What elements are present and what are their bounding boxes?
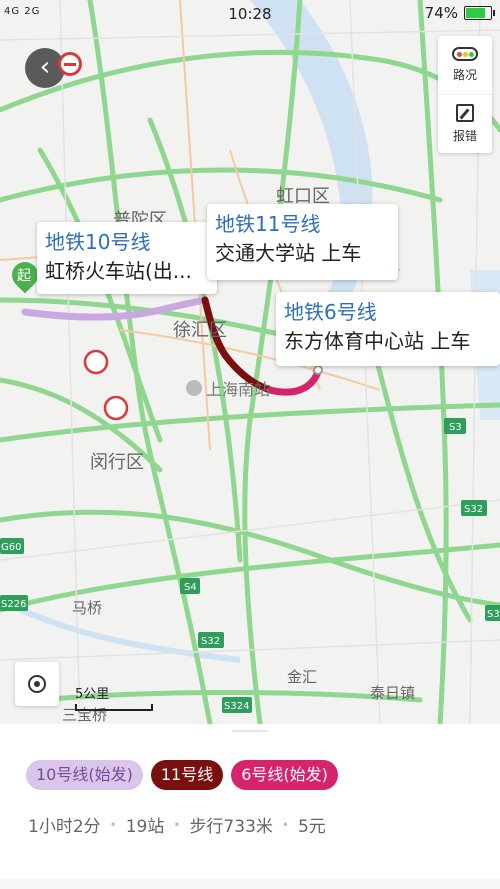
incident-icon[interactable] bbox=[103, 395, 129, 421]
map-view[interactable]: S3 S32 S4 G60 S226 S32 S324 S3 虹口区 普陀区 徐… bbox=[0, 0, 500, 724]
map-scale: 5公里 bbox=[75, 683, 153, 711]
svg-text:G60: G60 bbox=[1, 542, 21, 553]
no-entry-icon bbox=[58, 52, 82, 76]
svg-text:S226: S226 bbox=[1, 599, 26, 610]
separator-dot: • bbox=[109, 817, 117, 832]
callout-line-name: 地铁11号线 bbox=[215, 212, 321, 236]
scale-label: 5公里 bbox=[75, 687, 110, 702]
district-label: 徐汇区 bbox=[173, 320, 227, 341]
callout-station: 交通大学站 上车 bbox=[215, 241, 362, 265]
chevron-left-icon: ‹ bbox=[39, 52, 51, 82]
status-bar: 4G 2G 10:28 74% bbox=[0, 0, 500, 26]
svg-text:S4: S4 bbox=[184, 582, 197, 593]
route-chip-line6: 6号线(始发) bbox=[231, 760, 338, 790]
route-chip-line11: 11号线 bbox=[150, 760, 224, 790]
river-south bbox=[0, 597, 241, 663]
separator-dot: • bbox=[173, 817, 181, 832]
summary-fare: 5元 bbox=[297, 817, 326, 837]
callout-station: 虹桥火车站(出... bbox=[45, 259, 192, 283]
report-error-button[interactable]: 报错 bbox=[438, 94, 492, 153]
callout-line-name: 地铁10号线 bbox=[45, 230, 151, 254]
end-station-dot bbox=[313, 365, 323, 375]
district-label: 金汇 bbox=[287, 668, 318, 686]
edit-icon bbox=[456, 104, 474, 122]
route-summary: 1小时2分 • 19站 • 步行733米 • 5元 bbox=[28, 812, 326, 837]
callout-line10[interactable]: 地铁10号线 虹桥火车站(出... bbox=[37, 222, 217, 294]
traffic-light-icon bbox=[452, 47, 478, 61]
svg-text:S32: S32 bbox=[464, 504, 483, 515]
svg-text:S32: S32 bbox=[201, 636, 220, 647]
start-marker[interactable]: 起 bbox=[6, 256, 44, 296]
bottom-strip bbox=[0, 879, 500, 889]
report-label: 报错 bbox=[452, 129, 477, 143]
svg-text:S3: S3 bbox=[449, 422, 462, 433]
status-right: 74% bbox=[424, 4, 495, 22]
crosshair-icon bbox=[28, 675, 46, 693]
callout-line11[interactable]: 地铁11号线 交通大学站 上车 bbox=[207, 204, 398, 280]
district-label: 闵行区 bbox=[90, 452, 144, 473]
route-line6 bbox=[266, 368, 322, 396]
svg-text:S3: S3 bbox=[487, 609, 500, 620]
locate-button[interactable] bbox=[15, 662, 59, 706]
traffic-button[interactable]: 路况 bbox=[438, 36, 492, 94]
poi-shanghai-south-station[interactable]: 上海南站 bbox=[186, 376, 270, 400]
summary-stops: 19站 bbox=[125, 817, 165, 837]
district-label: 泰日镇 bbox=[370, 684, 416, 702]
scale-bar bbox=[75, 704, 153, 711]
train-station-icon bbox=[186, 380, 202, 396]
svg-text:S324: S324 bbox=[224, 701, 249, 712]
sheet-handle[interactable] bbox=[232, 730, 268, 732]
battery-percent: 74% bbox=[424, 4, 458, 22]
callout-line-name: 地铁6号线 bbox=[284, 300, 377, 324]
map-side-panel: 路况 报错 bbox=[438, 36, 492, 153]
summary-duration: 1小时2分 bbox=[28, 817, 101, 837]
callout-line6[interactable]: 地铁6号线 东方体育中心站 上车 bbox=[276, 292, 500, 366]
battery-icon bbox=[464, 6, 495, 20]
summary-walk: 步行733米 bbox=[189, 817, 273, 837]
traffic-label: 路况 bbox=[452, 68, 477, 82]
route-chip-line10: 10号线(始发) bbox=[26, 760, 143, 790]
district-label: 马桥 bbox=[72, 599, 103, 617]
route-chips: 10号线(始发) 11号线 6号线(始发) bbox=[26, 760, 338, 790]
incident-icon[interactable] bbox=[83, 349, 109, 375]
separator-dot: • bbox=[281, 817, 289, 832]
callout-station: 东方体育中心站 上车 bbox=[284, 329, 471, 353]
route-summary-sheet[interactable]: 10号线(始发) 11号线 6号线(始发) 1小时2分 • 19站 • 步行73… bbox=[0, 724, 500, 889]
